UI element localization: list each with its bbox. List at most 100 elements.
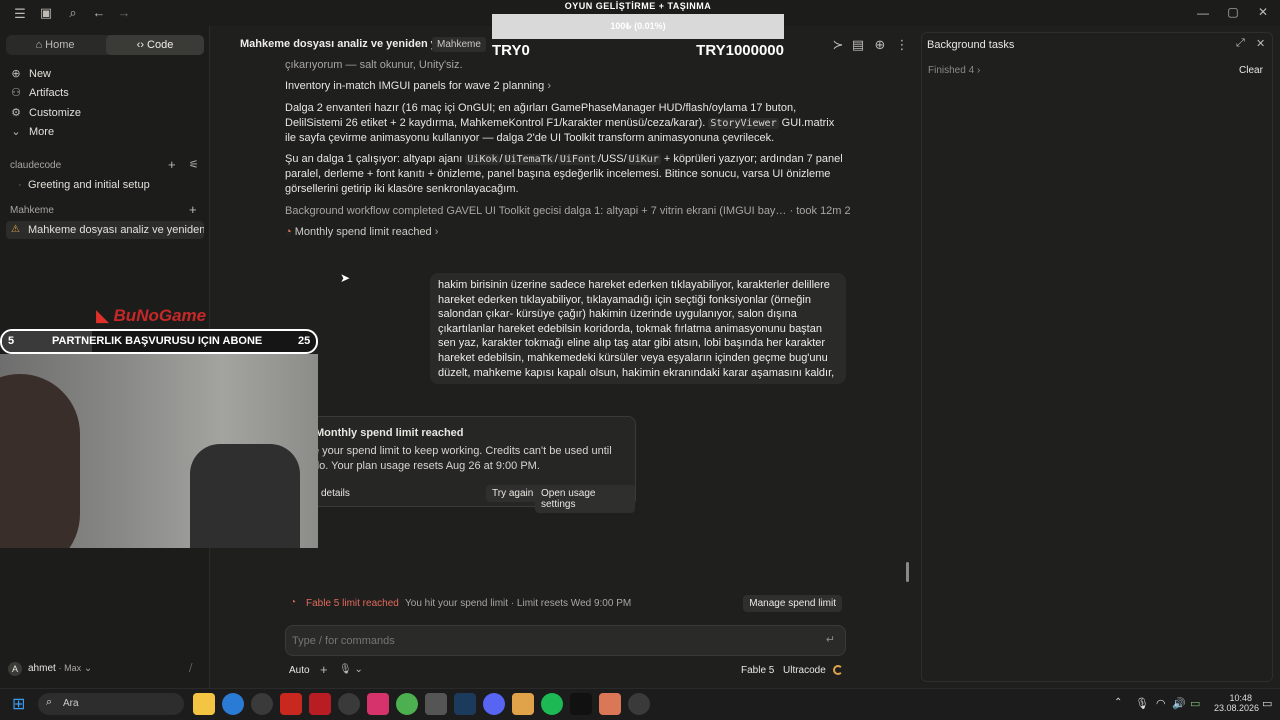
clear-button[interactable]: Clear: [1239, 65, 1263, 76]
close-window-icon[interactable]: ✕: [1248, 5, 1278, 19]
model-selector[interactable]: Fable 5: [741, 665, 774, 676]
finished-count: 4: [968, 65, 975, 76]
sidebar-toggle-icon[interactable]: ▣: [36, 5, 56, 21]
expand-icon[interactable]: ⤢: [1236, 37, 1245, 50]
send-icon[interactable]: ↵: [826, 633, 835, 646]
microphone-icon[interactable]: 🎙: [1135, 697, 1149, 710]
add-attachment-icon[interactable]: +: [320, 662, 328, 677]
avatar[interactable]: A: [8, 662, 22, 676]
chrome-icon[interactable]: [396, 693, 418, 715]
artifacts-icon: ⚇: [11, 87, 21, 99]
obs-icon[interactable]: [628, 693, 650, 715]
clock-date: 23.08.2026: [1214, 703, 1260, 713]
project-badge[interactable]: Mahkeme: [432, 37, 486, 52]
task-link-label: Inventory in-match IMGUI panels for wave…: [285, 80, 545, 92]
windows-start-icon[interactable]: ⊞: [12, 694, 25, 714]
add-chat-icon[interactable]: +: [189, 202, 197, 217]
forward-arrow-icon[interactable]: →: [114, 5, 134, 20]
app-gray-icon[interactable]: [425, 693, 447, 715]
sidebar-item-label: Customize: [29, 106, 81, 119]
composer: ↵: [285, 625, 846, 656]
alert-circle-icon: ◔: [290, 597, 297, 608]
workflow-time: · took 12m 28s: [789, 205, 851, 217]
battery-icon[interactable]: ▭: [1190, 697, 1200, 710]
dot-icon: ·: [18, 179, 22, 191]
spend-limit-link[interactable]: ◔ Monthly spend limit reached ›: [285, 225, 438, 240]
app-orange-icon[interactable]: [512, 693, 534, 715]
volume-icon[interactable]: 🔊: [1172, 697, 1186, 710]
minimize-icon[interactable]: —: [1188, 6, 1218, 20]
instagram-icon[interactable]: [367, 693, 389, 715]
taskbar-search[interactable]: ⌕ Ara: [38, 693, 184, 715]
app-red-icon[interactable]: [280, 693, 302, 715]
sidebar-item-new[interactable]: ⊕ New: [10, 67, 52, 81]
maximize-icon[interactable]: ▢: [1218, 5, 1248, 19]
clock[interactable]: 10:48 23.08.2026: [1214, 693, 1260, 713]
sidebar-item-label: New: [29, 67, 52, 80]
user-menu[interactable]: ahmet · Max ⌄: [28, 663, 92, 674]
sidebar-item-customize[interactable]: ⚙ Customize: [10, 106, 81, 120]
home-tab[interactable]: ⌂ Home: [6, 35, 104, 55]
x-icon[interactable]: [570, 693, 592, 715]
terminal-icon[interactable]: ≻: [828, 37, 848, 53]
user-name: ahmet: [28, 663, 56, 674]
menu-icon[interactable]: ☰: [10, 6, 30, 22]
file-explorer-icon[interactable]: [193, 693, 215, 715]
tray-chevron-up-icon[interactable]: ⌃: [1114, 697, 1122, 708]
section-title-claudecode: claudecode: [10, 160, 62, 171]
inline-code: UiKok: [465, 154, 500, 165]
panel-icon[interactable]: ▤: [848, 37, 868, 53]
chat-item[interactable]: · Greeting and initial setup: [6, 176, 204, 194]
claude-icon[interactable]: [599, 693, 621, 715]
edge-icon[interactable]: [222, 693, 244, 715]
taskbar-search-label: Ara: [63, 698, 79, 709]
code-tab[interactable]: ‹› Code: [106, 35, 204, 55]
channel-logo: ◣ BuNoGame: [96, 306, 206, 326]
plus-icon: ⊕: [11, 68, 21, 80]
effort-selector[interactable]: Ultracode: [783, 665, 826, 676]
filter-icon[interactable]: ⚟: [189, 158, 199, 171]
workflow-status[interactable]: Background workflow completed GAVEL UI T…: [285, 204, 850, 219]
goal-progress-text: 100₺ (0.01%): [610, 21, 666, 31]
clock-time: 10:48: [1229, 693, 1252, 703]
wifi-icon[interactable]: ◠: [1156, 697, 1166, 710]
chatgpt-icon[interactable]: [338, 693, 360, 715]
more-icon[interactable]: ⋮: [892, 37, 912, 53]
steam-icon[interactable]: [454, 693, 476, 715]
background-tasks-panel: Background tasks ⤢ ✕ Finished 4 › Clear: [921, 32, 1273, 682]
globe-icon[interactable]: ⊕: [870, 37, 890, 53]
add-chat-icon[interactable]: +: [168, 157, 176, 172]
search-icon[interactable]: ⌕: [63, 5, 83, 21]
logo-text: BuNoGame: [113, 306, 207, 325]
warning-icon: ⚠: [11, 224, 20, 235]
open-usage-settings-button[interactable]: Open usage settings: [535, 485, 635, 513]
discord-icon[interactable]: [483, 693, 505, 715]
limit-text: You hit your spend limit · Limit resets …: [405, 598, 632, 609]
view-details-button[interactable]: details: [315, 485, 356, 502]
try-again-button[interactable]: Try again: [486, 485, 540, 502]
chat-item-active[interactable]: ⚠ Mahkeme dosyası analiz ve yeniden yazım: [6, 221, 204, 239]
message-paragraph: Dalga 2 envanteri hazır (16 maç içi OnGU…: [285, 101, 845, 146]
sidebar-item-more[interactable]: ⌄ More: [10, 125, 54, 139]
spotify-icon[interactable]: [541, 693, 563, 715]
inline-code: UiTemaTk: [502, 154, 555, 165]
page-title: Mahkeme dosyası analiz ve yeniden yazım: [240, 38, 462, 50]
chair-silhouette: [190, 444, 300, 548]
speedometer-icon[interactable]: [251, 693, 273, 715]
sidebar-item-artifacts[interactable]: ⚇ Artifacts: [10, 86, 69, 100]
microphone-icon[interactable]: 🎙 ⌄: [339, 664, 363, 675]
person-silhouette: [0, 374, 80, 548]
manage-spend-limit-button[interactable]: Manage spend limit: [743, 595, 842, 612]
back-arrow-icon[interactable]: ←: [89, 5, 109, 20]
collapse-icon[interactable]: ⧸: [189, 663, 192, 674]
close-icon[interactable]: ✕: [1256, 37, 1265, 50]
goal-title: OYUN GELİŞTİRME + TAŞINMA: [564, 1, 712, 11]
netflix-icon[interactable]: [309, 693, 331, 715]
mode-switch: ⌂ Home ‹› Code: [6, 35, 204, 55]
task-link[interactable]: Inventory in-match IMGUI panels for wave…: [285, 79, 551, 94]
mode-selector[interactable]: Auto: [289, 665, 310, 676]
scrollbar-thumb[interactable]: [906, 562, 909, 582]
finished-group[interactable]: Finished 4 ›: [928, 65, 980, 76]
notifications-icon[interactable]: ▭: [1262, 697, 1272, 710]
message-input[interactable]: [292, 632, 812, 649]
